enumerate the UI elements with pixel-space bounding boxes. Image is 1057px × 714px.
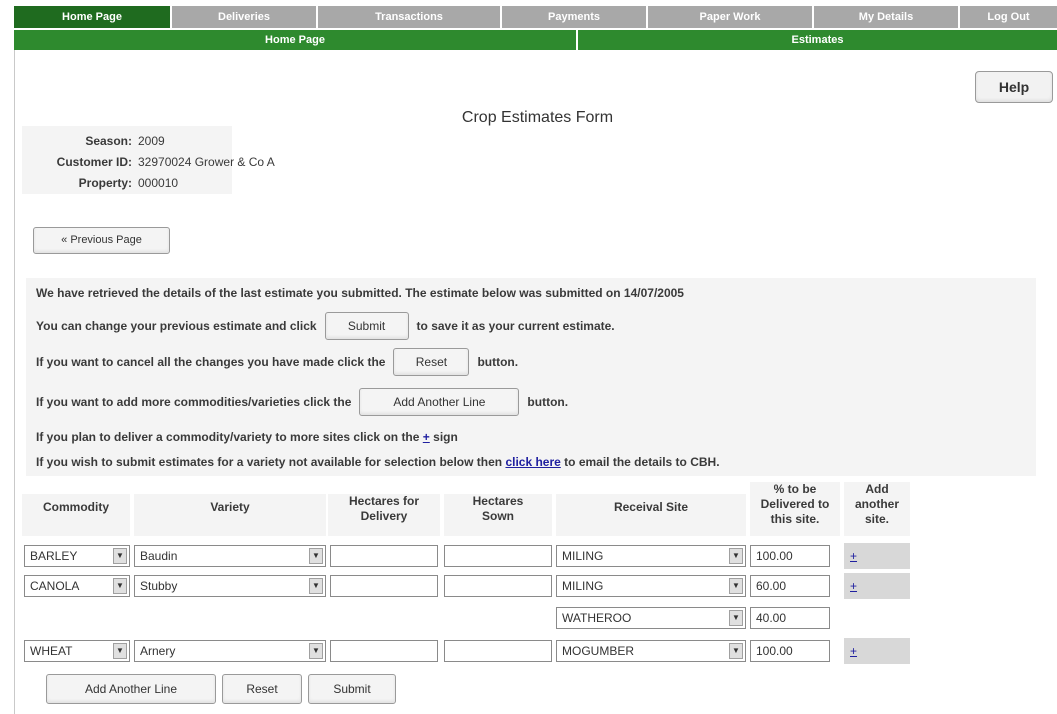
column-header-variety: Variety [134, 494, 326, 536]
add-another-line-inline-button[interactable]: Add Another Line [359, 388, 520, 416]
add-site-link[interactable]: + [844, 543, 910, 569]
commodity-select[interactable]: WHEAT ▼ [24, 640, 130, 662]
percent-delivered-input[interactable]: 60.00 [750, 575, 830, 597]
chevron-down-icon: ▼ [729, 610, 743, 626]
receival-site-select[interactable]: MILING ▼ [556, 545, 746, 567]
column-header-commodity: Commodity [22, 494, 130, 536]
variety-select[interactable]: Baudin ▼ [134, 545, 326, 567]
add-line-instruction: If you want to add more commodities/vari… [36, 388, 568, 416]
instruction-text: sign [433, 430, 458, 444]
content-border [14, 50, 15, 714]
column-header-add-site: Add another site. [844, 482, 910, 536]
customer-id-label: Customer ID: [56, 155, 132, 169]
instruction-text: If you wish to submit estimates for a va… [36, 455, 503, 469]
commodity-value: BARLEY [30, 549, 78, 563]
receival-site-value: WATHEROO [562, 611, 632, 625]
hectares-delivery-input[interactable] [330, 640, 438, 662]
season-label: Season: [85, 134, 132, 148]
instruction-text: to save it as your current estimate. [416, 319, 615, 333]
estimate-retrieved-text: We have retrieved the details of the las… [36, 286, 684, 300]
plus-sign-link[interactable]: + [423, 430, 430, 444]
season-value: 2009 [138, 134, 165, 148]
page-title: Crop Estimates Form [461, 109, 614, 126]
commodity-select[interactable]: CANOLA ▼ [24, 575, 130, 597]
variety-not-available-instruction: If you wish to submit estimates for a va… [36, 455, 720, 469]
hectares-delivery-input[interactable] [330, 575, 438, 597]
receival-site-value: MILING [562, 579, 604, 593]
chevron-down-icon: ▼ [113, 548, 127, 564]
variety-select[interactable]: Stubby ▼ [134, 575, 326, 597]
hectares-sown-input[interactable] [444, 575, 552, 597]
instruction-text: button. [527, 395, 569, 409]
column-header-percent-delivered: % to be Delivered to this site. [750, 482, 840, 536]
commodity-select[interactable]: BARLEY ▼ [24, 545, 130, 567]
column-header-hectares-delivery: Hectares for Delivery [328, 494, 440, 536]
submit-inline-button[interactable]: Submit [324, 312, 409, 340]
reset-button[interactable]: Reset [222, 674, 302, 704]
variety-select[interactable]: Arnery ▼ [134, 640, 326, 662]
column-header-receival-site: Receival Site [556, 494, 746, 536]
add-another-line-button[interactable]: Add Another Line [46, 674, 216, 704]
customer-info-panel: Season: 2009 Customer ID: 32970024 Growe… [22, 126, 275, 194]
instruction-text: You can change your previous estimate an… [36, 319, 317, 333]
receival-site-select[interactable]: MILING ▼ [556, 575, 746, 597]
column-header-hectares-sown: Hectares Sown [444, 494, 552, 536]
help-button[interactable]: Help [975, 71, 1053, 103]
percent-delivered-input[interactable]: 100.00 [750, 545, 830, 567]
submit-button[interactable]: Submit [308, 674, 396, 704]
chevron-down-icon: ▼ [113, 578, 127, 594]
more-sites-instruction: If you plan to deliver a commodity/varie… [36, 430, 458, 444]
chevron-down-icon: ▼ [729, 643, 743, 659]
instructions-panel: We have retrieved the details of the las… [26, 278, 1036, 476]
tab-deliveries[interactable]: Deliveries [172, 6, 318, 28]
add-site-link[interactable]: + [844, 573, 910, 599]
receival-site-select[interactable]: WATHEROO ▼ [556, 607, 746, 629]
tab-transactions[interactable]: Transactions [318, 6, 502, 28]
chevron-down-icon: ▼ [113, 643, 127, 659]
instruction-text: If you want to add more commodities/vari… [36, 395, 352, 409]
click-here-link[interactable]: click here [505, 455, 560, 469]
top-nav: Home Page Deliveries Transactions Paymen… [14, 6, 1057, 28]
reset-inline-button[interactable]: Reset [393, 348, 470, 376]
change-estimate-instruction: You can change your previous estimate an… [36, 312, 615, 340]
property-value: 000010 [138, 176, 179, 190]
variety-value: Stubby [140, 579, 178, 593]
instruction-text: If you plan to deliver a commodity/varie… [36, 430, 420, 444]
receival-site-value: MILING [562, 549, 604, 563]
tab-home-page[interactable]: Home Page [14, 6, 172, 28]
subtab-home-page[interactable]: Home Page [14, 30, 578, 50]
hectares-sown-input[interactable] [444, 640, 552, 662]
commodity-value: WHEAT [30, 644, 73, 658]
percent-delivered-input[interactable]: 40.00 [750, 607, 830, 629]
variety-value: Baudin [140, 549, 178, 563]
tab-payments[interactable]: Payments [502, 6, 648, 28]
previous-page-button[interactable]: « Previous Page [33, 227, 170, 254]
tab-paper-work[interactable]: Paper Work [648, 6, 814, 28]
hectares-delivery-input[interactable] [330, 545, 438, 567]
commodity-value: CANOLA [30, 579, 80, 593]
subtab-estimates[interactable]: Estimates [578, 30, 1057, 50]
percent-delivered-input[interactable]: 100.00 [750, 640, 830, 662]
hectares-sown-input[interactable] [444, 545, 552, 567]
chevron-down-icon: ▼ [309, 578, 323, 594]
variety-value: Arnery [140, 644, 176, 658]
chevron-down-icon: ▼ [309, 643, 323, 659]
receival-site-select[interactable]: MOGUMBER ▼ [556, 640, 746, 662]
instruction-text: to email the details to CBH. [564, 455, 720, 469]
instruction-text: button. [477, 355, 519, 369]
chevron-down-icon: ▼ [729, 578, 743, 594]
chevron-down-icon: ▼ [729, 548, 743, 564]
add-site-link[interactable]: + [844, 638, 910, 664]
tab-my-details[interactable]: My Details [814, 6, 960, 28]
chevron-down-icon: ▼ [309, 548, 323, 564]
cancel-changes-instruction: If you want to cancel all the changes yo… [36, 348, 518, 376]
tab-log-out[interactable]: Log Out [960, 6, 1057, 28]
sub-nav: Home Page Estimates [14, 30, 1057, 50]
customer-id-value: 32970024 Grower & Co A [138, 155, 275, 169]
property-label: Property: [78, 176, 132, 190]
receival-site-value: MOGUMBER [562, 644, 634, 658]
instruction-text: If you want to cancel all the changes yo… [36, 355, 386, 369]
